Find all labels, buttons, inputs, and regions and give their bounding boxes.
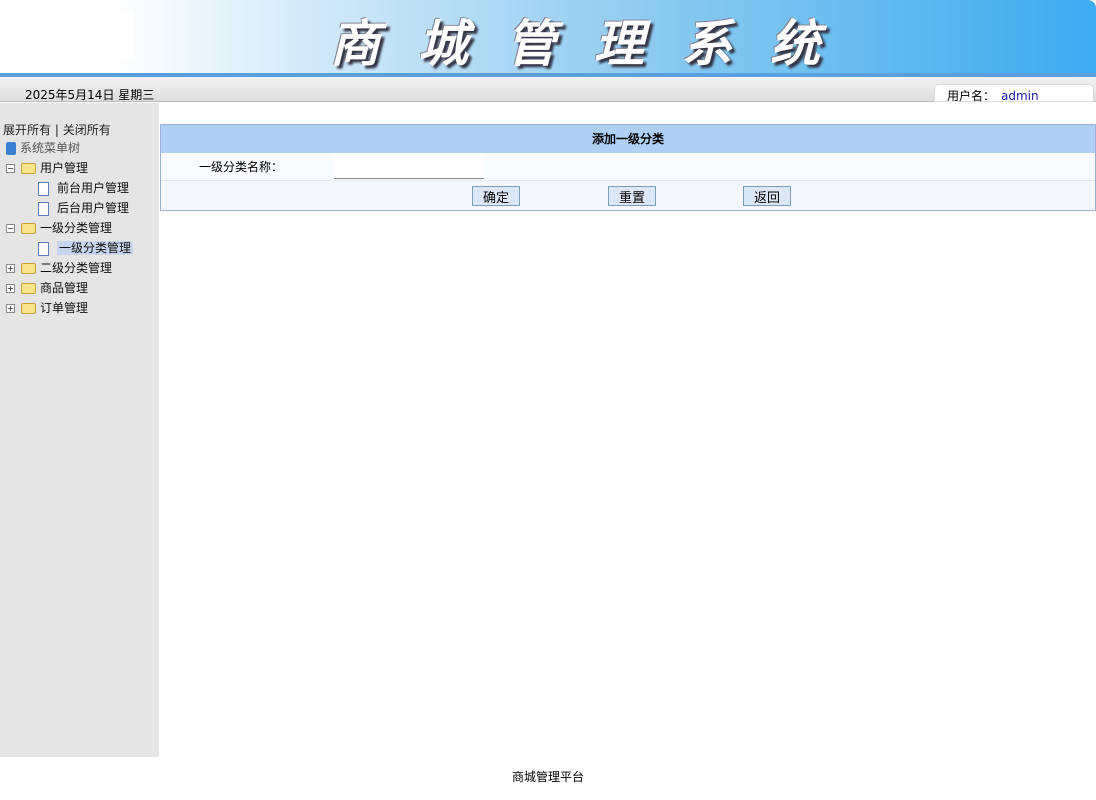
leaf-label: 一级分类管理	[57, 241, 134, 255]
expand-icon[interactable]: +	[6, 284, 15, 293]
collapse-icon[interactable]: −	[6, 224, 15, 233]
category-name-input[interactable]	[334, 153, 484, 179]
user-name: admin	[1001, 89, 1039, 103]
tree-node-category2[interactable]: + 二级分类管理	[0, 258, 159, 278]
node-label: 一级分类管理	[40, 221, 113, 235]
banner: 商城管理系统	[0, 0, 1096, 73]
node-label: 订单管理	[40, 301, 89, 315]
submit-button[interactable]: 确定	[472, 186, 521, 206]
collapse-all-link[interactable]: 关闭所有	[63, 123, 111, 137]
page-icon	[38, 241, 49, 256]
add-category-form: 添加一级分类 一级分类名称： 确定 重置 返回	[160, 124, 1096, 211]
computer-icon	[6, 142, 16, 155]
page-icon	[38, 201, 49, 216]
expand-all-link[interactable]: 展开所有	[3, 123, 51, 137]
expand-icon[interactable]: +	[6, 304, 15, 313]
current-date: 2025年5月14日 星期三	[25, 88, 155, 102]
form-title: 添加一级分类	[161, 125, 1095, 153]
user-label: 用户名：	[947, 89, 996, 103]
tree-node-category1[interactable]: − 一级分类管理	[0, 218, 159, 238]
tree-leaf-selected[interactable]: 一级分类管理	[0, 238, 159, 258]
tree-leaf[interactable]: 前台用户管理	[0, 178, 159, 198]
tree-node-user[interactable]: − 用户管理	[0, 158, 159, 178]
back-button[interactable]: 返回	[743, 186, 792, 206]
sidebar: 展开所有 | 关闭所有 系统菜单树 − 用户管理 前台用户管理 后台用户管理 − 一…	[0, 103, 159, 757]
folder-open-icon	[21, 163, 36, 174]
folder-open-icon	[21, 223, 36, 234]
tree-root-label: 系统菜单树	[20, 141, 81, 155]
page-icon	[38, 181, 49, 196]
reset-button[interactable]: 重置	[608, 186, 657, 206]
leaf-label: 前台用户管理	[57, 181, 130, 195]
separator: |	[54, 123, 59, 137]
folder-icon	[21, 263, 36, 274]
leaf-label: 后台用户管理	[57, 201, 130, 215]
footer: 商城管理平台	[511, 770, 584, 784]
user-info: 用户名： admin	[934, 84, 1094, 103]
tree-leaf[interactable]: 后台用户管理	[0, 198, 159, 218]
folder-icon	[21, 283, 36, 294]
expand-icon[interactable]: +	[6, 264, 15, 273]
field-label: 一级分类名称：	[198, 160, 283, 174]
system-title: 商城管理系统	[330, 14, 858, 73]
node-label: 用户管理	[40, 161, 89, 175]
node-label: 商品管理	[40, 281, 89, 295]
info-bar: 2025年5月14日 星期三 用户名： admin	[0, 77, 1096, 103]
tree-root[interactable]: 系统菜单树	[0, 138, 159, 158]
logo	[0, 10, 133, 60]
node-label: 二级分类管理	[40, 261, 113, 275]
tree-node-order[interactable]: + 订单管理	[0, 298, 159, 318]
collapse-icon[interactable]: −	[6, 164, 15, 173]
folder-icon	[21, 303, 36, 314]
tree-node-product[interactable]: + 商品管理	[0, 278, 159, 298]
